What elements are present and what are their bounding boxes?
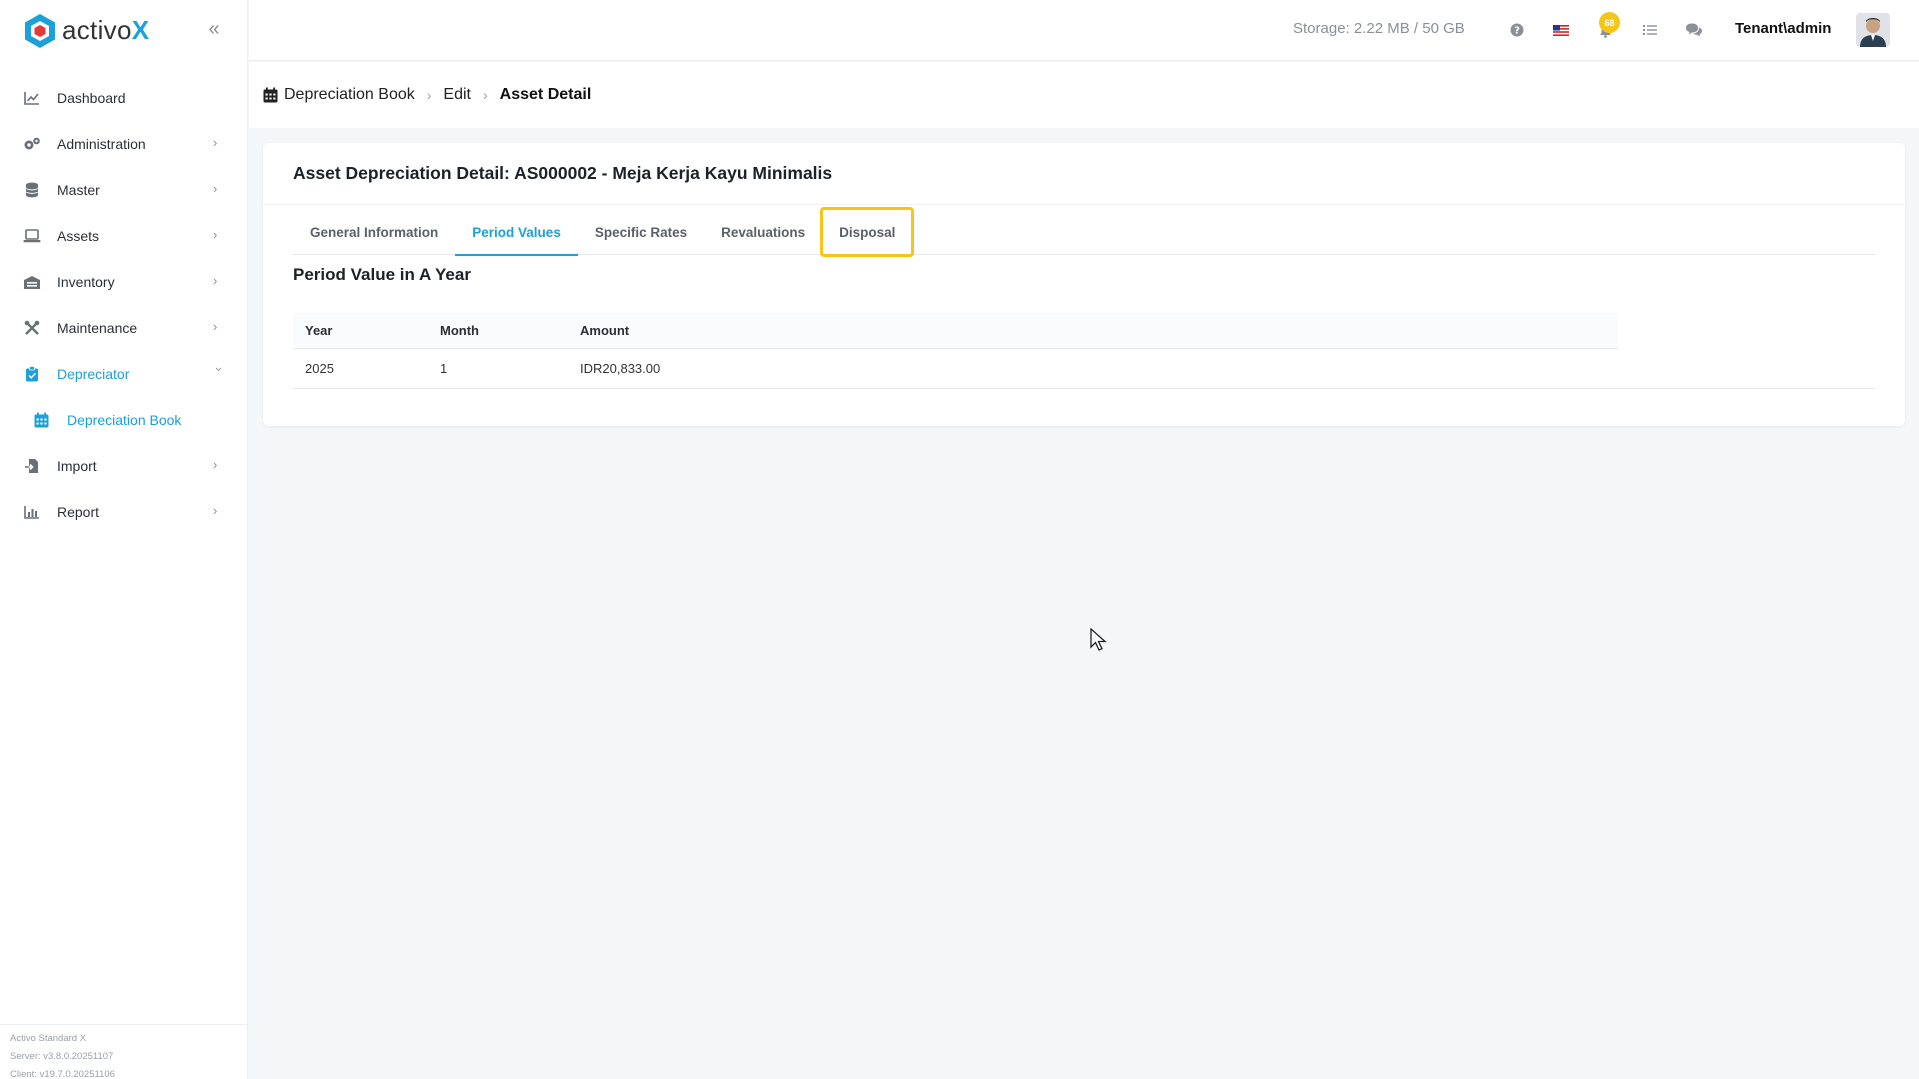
tab-disposal[interactable]: Disposal	[820, 207, 915, 257]
client-version: Client: v19.7.0.20251106	[10, 1069, 115, 1079]
sidebar-item-report[interactable]: Report ›	[0, 489, 247, 535]
tab-revaluations[interactable]: Revaluations	[704, 209, 822, 255]
breadcrumb-depreciation-book[interactable]: Depreciation Book	[263, 86, 415, 104]
cell-amount: IDR20,833.00	[580, 360, 661, 376]
product-name: Activo Standard X	[10, 1033, 87, 1044]
sidebar-item-inventory[interactable]: Inventory ›	[0, 259, 247, 305]
sidebar-item-import[interactable]: Import ›	[0, 443, 247, 489]
chart-line-icon	[23, 89, 41, 107]
sidebar-item-administration[interactable]: Administration ›	[0, 121, 247, 167]
cell-month: 1	[440, 360, 448, 376]
page-title: Asset Depreciation Detail: AS000002 - Me…	[293, 163, 833, 183]
sidebar: activoX « Dashboard Administration › Mas…	[0, 0, 248, 1079]
laptop-icon	[23, 227, 41, 245]
gears-icon	[23, 135, 41, 153]
clipboard-icon	[23, 365, 41, 383]
chevron-right-icon: ›	[213, 273, 218, 288]
server-version: Server: v3.8.0.20251107	[10, 1051, 114, 1062]
storage-usage: Storage: 2.22 MB / 50 GB	[1293, 20, 1465, 37]
chevron-right-icon: ›	[213, 135, 218, 150]
sidebar-nav: Dashboard Administration › Master › Asse…	[0, 75, 247, 535]
chart-bar-icon	[23, 503, 41, 521]
calendar-icon	[263, 87, 278, 103]
help-icon[interactable]: ?	[1506, 19, 1528, 41]
notification-badge: 68	[1599, 12, 1620, 33]
user-menu[interactable]: Tenant\admin	[1735, 20, 1831, 37]
chevron-right-icon: ›	[213, 319, 218, 334]
table-row: 2025 1 IDR20,833.00	[293, 349, 1875, 389]
sidebar-item-assets[interactable]: Assets ›	[0, 213, 247, 259]
sidebar-item-maintenance[interactable]: Maintenance ›	[0, 305, 247, 351]
activo-logo-icon	[22, 12, 58, 50]
period-values-table: Year Month Amount 2025 1 IDR20,833.00	[293, 313, 1875, 389]
svg-text:?: ?	[1514, 26, 1520, 37]
chevron-right-icon: ›	[426, 87, 432, 103]
us-flag-icon[interactable]	[1550, 19, 1572, 41]
database-icon	[23, 181, 41, 199]
chevron-right-icon: ›	[483, 87, 488, 103]
warehouse-icon	[23, 273, 41, 291]
tab-bar: General Information Period Values Specif…	[293, 207, 1875, 257]
breadcrumb-asset-detail: Asset Detail	[499, 86, 592, 103]
breadcrumb: Depreciation Book › Edit › Asset Detail	[249, 62, 1919, 128]
section-title: Period Value in A Year	[293, 265, 471, 284]
mouse-cursor-icon	[1090, 627, 1108, 652]
tab-period-values[interactable]: Period Values	[455, 209, 578, 256]
top-header: Storage: 2.22 MB / 50 GB ? 68 Tenant\adm…	[249, 0, 1919, 61]
logo-text: activoX	[62, 15, 150, 45]
avatar[interactable]	[1856, 13, 1890, 47]
chevron-right-icon: ›	[213, 457, 218, 472]
file-import-icon	[23, 457, 41, 475]
tab-general-information[interactable]: General Information	[293, 209, 455, 255]
chevron-right-icon: ›	[213, 181, 218, 196]
cell-year: 2025	[305, 360, 334, 376]
version-info: Activo Standard X Server: v3.8.0.2025110…	[0, 1024, 248, 1079]
divider	[263, 204, 1905, 205]
calendar-icon	[32, 411, 50, 429]
sidebar-item-dashboard[interactable]: Dashboard	[0, 75, 247, 121]
chat-icon[interactable]	[1683, 19, 1705, 41]
table-header: Year Month Amount	[293, 313, 1618, 349]
sidebar-item-depreciation-book[interactable]: Depreciation Book	[0, 397, 247, 443]
chevron-right-icon: ›	[213, 227, 218, 242]
tab-specific-rates[interactable]: Specific Rates	[578, 209, 704, 255]
task-list-icon[interactable]	[1639, 19, 1661, 41]
tools-icon	[23, 319, 41, 337]
breadcrumb-edit[interactable]: Edit	[443, 86, 471, 104]
logo[interactable]: activoX «	[0, 0, 247, 61]
column-header-year: Year	[305, 322, 333, 338]
collapse-sidebar-icon[interactable]: «	[204, 18, 224, 40]
sidebar-item-depreciator[interactable]: Depreciator ›	[0, 351, 247, 397]
column-header-amount: Amount	[580, 322, 630, 338]
chevron-right-icon: ›	[213, 503, 218, 518]
sidebar-item-master[interactable]: Master ›	[0, 167, 247, 213]
chevron-down-icon: ›	[212, 367, 227, 372]
asset-detail-card: Asset Depreciation Detail: AS000002 - Me…	[263, 143, 1905, 426]
column-header-month: Month	[440, 322, 479, 338]
